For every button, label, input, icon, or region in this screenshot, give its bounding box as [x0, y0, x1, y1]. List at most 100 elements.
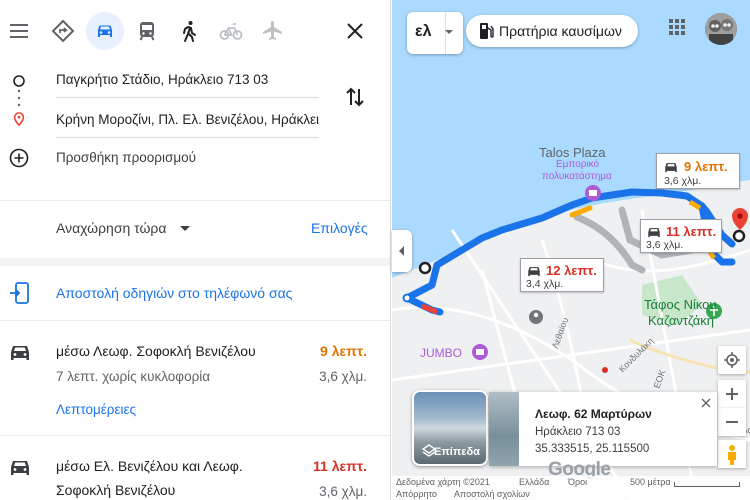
- section-divider: [0, 258, 390, 266]
- place-title: Λεωφ. 62 Μαρτύρων: [535, 407, 652, 421]
- origin-dot-icon: [13, 75, 25, 87]
- best-route-icon: [51, 19, 75, 43]
- menu-button[interactable]: [0, 12, 38, 50]
- route-name-line1: μέσω Ελ. Βενιζέλου και Λεωφ.: [56, 458, 243, 474]
- minus-icon: [726, 421, 738, 423]
- car-icon: [11, 461, 29, 475]
- send-to-phone-icon: [10, 282, 29, 304]
- depart-now-dropdown[interactable]: Αναχώρηση τώρα: [56, 220, 166, 236]
- route-time: 9 λεπτ.: [320, 343, 367, 359]
- car-icon: [648, 228, 660, 238]
- route-bubble-3[interactable]: 12 λεπτ. 3,4 χλμ.: [520, 258, 604, 292]
- car-icon: [665, 163, 677, 173]
- send-to-phone-row[interactable]: Αποστολή οδηγιών στο τηλέφωνό σας: [0, 268, 390, 318]
- zoom-out-button[interactable]: [718, 408, 746, 436]
- profile-photo-icon: [705, 13, 737, 45]
- destination-input[interactable]: Κρήνη Μοροζίνι, Πλ. Ελ. Βενιζέλου, Ηράκλ…: [56, 110, 319, 138]
- send-to-phone-link: Αποστολή οδηγιών στο τηλέφωνό σας: [56, 285, 293, 301]
- car-icon: [11, 346, 29, 360]
- route-name-line2: Σοφοκλή Βενιζέλου: [56, 482, 176, 498]
- mode-best-route[interactable]: [44, 12, 82, 50]
- footer-map-data: Δεδομένα χάρτη ©2021: [396, 477, 490, 487]
- map-label-tafos-2: Καζαντζάκη: [648, 313, 714, 328]
- mode-transit[interactable]: [128, 12, 166, 50]
- chevron-down-icon: [445, 30, 453, 34]
- close-icon[interactable]: [701, 398, 711, 408]
- plus-icon: [726, 388, 738, 400]
- destination-pin-icon: [13, 112, 25, 126]
- close-icon: [347, 23, 363, 39]
- mode-flight[interactable]: [254, 12, 292, 50]
- options-button[interactable]: Επιλογές: [311, 220, 368, 236]
- scale-bar: [674, 482, 740, 487]
- directions-header: Παγκρήτιο Στάδιο, Ηράκλειο 713 03 Κρήνη …: [0, 0, 390, 200]
- my-location-icon: [724, 352, 740, 368]
- map-label-talos-sub1: Εμπορικό: [556, 159, 600, 170]
- route-distance: 3,6 χλμ.: [319, 369, 367, 384]
- add-destination-icon[interactable]: [9, 148, 29, 168]
- bubble-distance: 3,6 χλμ.: [664, 175, 702, 187]
- route-time: 11 λεπτ.: [313, 458, 367, 474]
- place-address: Ηράκλειο 713 03: [535, 426, 621, 438]
- route-bubble-2[interactable]: 11 λεπτ. 3,6 χλμ.: [640, 219, 722, 253]
- collapse-panel-button[interactable]: [392, 230, 412, 272]
- bubble-time: 11 λεπτ.: [666, 224, 717, 239]
- car-icon: [528, 267, 540, 277]
- chevron-left-icon: [399, 246, 404, 256]
- place-coordinates: 35.333515, 25.115500: [535, 443, 650, 455]
- directions-panel: Παγκρήτιο Στάδιο, Ηράκλειο 713 03 Κρήνη …: [0, 0, 391, 500]
- destination-row: Κρήνη Μοροζίνι, Πλ. Ελ. Βενιζέλου, Ηράκλ…: [0, 102, 390, 138]
- close-button[interactable]: [336, 12, 374, 50]
- bubble-distance: 3,6 χλμ.: [646, 239, 684, 251]
- bubble-time: 12 λεπτ.: [546, 263, 597, 278]
- footer-privacy[interactable]: Απόρρητο: [396, 489, 437, 499]
- my-location-button[interactable]: [718, 346, 746, 374]
- route-details-link[interactable]: Λεπτομέρειες: [56, 402, 136, 417]
- swap-icon[interactable]: [344, 85, 366, 109]
- language-label: ελ: [415, 23, 432, 40]
- mode-cycling[interactable]: [212, 12, 250, 50]
- gas-stations-chip[interactable]: Πρατήρια καυσίμων: [466, 15, 638, 47]
- add-destination-button[interactable]: Προσθήκη προορισμού: [56, 150, 196, 165]
- mode-walking[interactable]: [170, 12, 208, 50]
- travel-mode-row: [0, 12, 390, 52]
- gas-stations-label: Πρατήρια καυσίμων: [499, 23, 622, 39]
- mode-driving[interactable]: [86, 12, 124, 50]
- flight-icon: [263, 21, 282, 40]
- pegman-icon: [728, 445, 736, 465]
- bubble-time: 9 λεπτ.: [684, 159, 728, 174]
- divider: [0, 200, 390, 201]
- route-distance: 3,6 χλμ.: [319, 484, 367, 499]
- map-label-talos-sub2: πολυκατάστημα: [542, 171, 612, 182]
- bicycle-icon: [219, 23, 243, 40]
- bubble-distance: 3,4 χλμ.: [526, 278, 564, 290]
- footer-terms[interactable]: Όροι: [568, 477, 587, 487]
- route-name: μέσω Λεωφ. Σοφοκλή Βενιζέλου: [56, 343, 256, 359]
- map-label-talos: Talos Plaza: [539, 145, 606, 160]
- route-traffic-note: 7 λεπτ. χωρίς κυκλοφορία: [56, 369, 211, 384]
- footer-scale-label[interactable]: 500 μέτρα: [630, 477, 671, 487]
- route-bubble-1[interactable]: 9 λεπτ. 3,6 χλμ.: [656, 153, 740, 189]
- origin-row: Παγκρήτιο Στάδιο, Ηράκλειο 713 03: [0, 62, 390, 98]
- language-selector[interactable]: ελ: [407, 12, 463, 54]
- map-footer: Δεδομένα χάρτη ©2021 Ελλάδα Όροι Απόρρητ…: [392, 476, 750, 500]
- place-photo[interactable]: [489, 392, 519, 466]
- route-option-1[interactable]: μέσω Λεωφ. Σοφοκλή Βενιζέλου 9 λεπτ. 7 λ…: [0, 321, 390, 433]
- apps-grid-icon[interactable]: [668, 18, 686, 36]
- layers-button[interactable]: Επίπεδα: [412, 390, 488, 466]
- origin-input[interactable]: Παγκρήτιο Στάδιο, Ηράκλειο 713 03: [56, 70, 319, 98]
- layers-label: Επίπεδα: [434, 446, 480, 458]
- zoom-in-button[interactable]: [718, 380, 746, 408]
- hamburger-menu-icon: [10, 24, 28, 38]
- map-label-tafos-1: Τάφος Νίκου: [644, 297, 717, 312]
- walk-icon: [183, 21, 196, 42]
- place-card[interactable]: Λεωφ. 62 Μαρτύρων Ηράκλειο 713 03 35.333…: [489, 392, 717, 466]
- gas-station-icon: [480, 23, 494, 39]
- footer-region[interactable]: Ελλάδα: [519, 477, 549, 487]
- avatar[interactable]: [705, 13, 737, 45]
- route-option-2[interactable]: μέσω Ελ. Βενιζέλου και Λεωφ. Σοφοκλή Βεν…: [0, 436, 390, 500]
- footer-feedback[interactable]: Αποστολή σχολίων: [454, 489, 530, 499]
- transit-icon: [139, 22, 155, 41]
- street-view-pegman[interactable]: [718, 440, 746, 468]
- map-label-jumbo: JUMBO: [420, 346, 462, 360]
